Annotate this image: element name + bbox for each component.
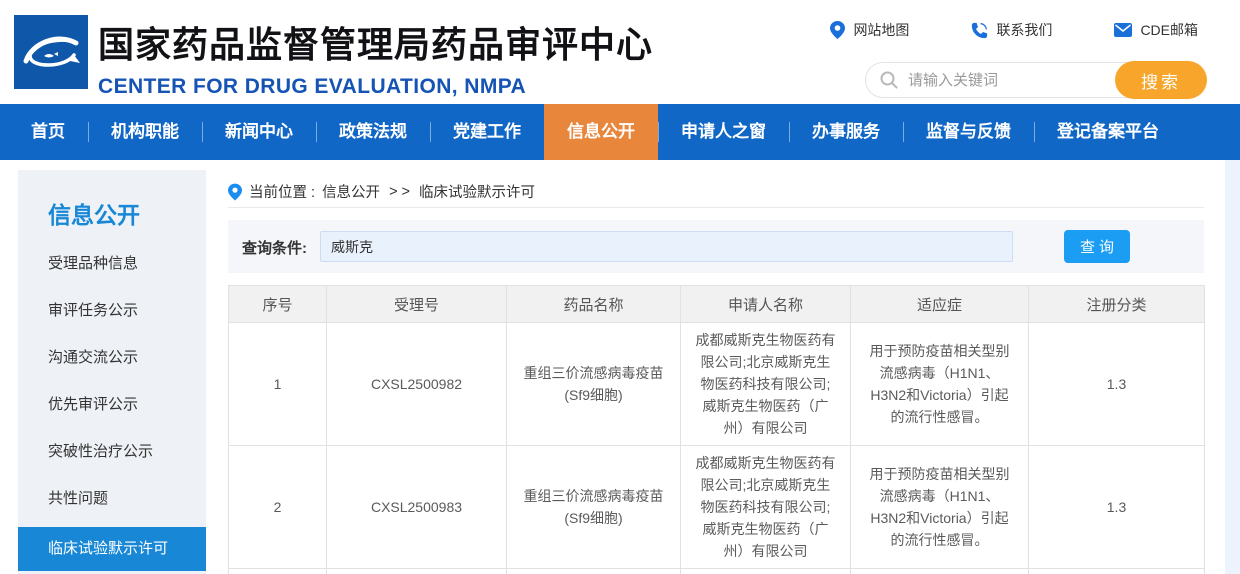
site-search: 搜索 (865, 61, 1207, 99)
table-cell: CXSL2500982 (326, 322, 507, 446)
query-button[interactable]: 查询 (1064, 230, 1130, 263)
site-subtitle: CENTER FOR DRUG EVALUATION, NMPA (98, 75, 527, 98)
table-cell (326, 568, 507, 574)
sidebar-item[interactable]: 沟通交流公示 (18, 334, 206, 381)
content-area: 当前位置 : 信息公开 > > 临床试验默示许可 查询条件: 查询 序号受理号药… (228, 160, 1205, 574)
table-cell: 1.3 (1028, 322, 1205, 446)
nav-item[interactable]: 办事服务 (789, 104, 903, 160)
page-background-strip (1225, 160, 1240, 574)
query-panel: 查询条件: 查询 (228, 220, 1204, 273)
table-header-cell: 受理号 (326, 285, 507, 323)
search-button[interactable]: 搜索 (1115, 61, 1207, 99)
nav-item[interactable]: 信息公开 (544, 104, 658, 160)
nav-item[interactable]: 政策法规 (316, 104, 430, 160)
results-table: 序号 受理号 药品名称 申请人名称 适应症 注册分类 1 CXSL2500982 重组三价流感… (228, 285, 1205, 574)
table-header-cell: 适应症 (850, 285, 1029, 323)
table-header-row: 序号 受理号 药品名称 申请人名称 适应症 注册分类 (228, 285, 1205, 323)
breadcrumb-label: 当前位置 : (249, 185, 316, 201)
table-cell: CXSL2500983 (326, 445, 507, 569)
table-cell (228, 568, 327, 574)
site-titles: 国家药品监督管理局药品审评中心 CENTER FOR DRUG EVALUATI… (98, 16, 653, 99)
table-header-cell: 序号 (228, 285, 327, 323)
table-cell: 用于预防疫苗相关型别流感病毒（H1N1、H3N2和Victoria）引起的流行性… (850, 322, 1029, 446)
contact-label: 联系我们 (996, 22, 1053, 38)
nav-item[interactable]: 首页 (8, 104, 88, 160)
nav-item[interactable]: 新闻中心 (202, 104, 316, 160)
sidebar-item[interactable]: 共性问题 (18, 475, 206, 522)
table-cell: 1 (228, 322, 327, 446)
cde-swoosh-logo-icon (23, 36, 80, 67)
phone-icon (972, 22, 988, 38)
nav-item[interactable]: 申请人之窗 (658, 104, 789, 160)
table-header-cell: 药品名称 (506, 285, 681, 323)
table-cell: 1.3 (1028, 445, 1205, 569)
site-title: 国家药品监督管理局药品审评中心 (98, 24, 654, 65)
page-header: 国家药品监督管理局药品审评中心 CENTER FOR DRUG EVALUATI… (0, 0, 1240, 104)
table-cell: 2 (228, 445, 327, 569)
breadcrumb-item-current[interactable]: 临床试验默示许可 (419, 181, 535, 202)
cde-logo (14, 15, 88, 89)
table-cell (680, 568, 851, 574)
cde-mail-link[interactable]: CDE邮箱 (1114, 20, 1198, 40)
table-cell (506, 568, 681, 574)
sidebar-item[interactable]: 受理品种信息 (18, 240, 206, 287)
sitemap-label: 网站地图 (853, 22, 910, 38)
table-cell: 成都威斯克生物医药有限公司;北京威斯克生物医药科技有限公司;威斯克生物医药（广州… (680, 322, 851, 446)
sidebar: 信息公开 受理品种信息 审评任务公示 沟通交流公示 优先审评公示 突破性治疗公示 共性问题… (18, 170, 206, 571)
table-row: 2 CXSL2500983 重组三价流感病毒疫苗(Sf9细胞) 成都威斯克生物医药有限… (228, 445, 1205, 569)
quick-links: 网站地图 联系我们 CDE邮箱 (830, 20, 1198, 40)
table-cell: 成都威斯克生物医药有限公司;北京威斯克生物医药科技有限公司;威斯克生物医药（广州… (680, 445, 851, 569)
location-pin-icon (830, 21, 846, 39)
search-input[interactable] (898, 71, 1115, 89)
table-body: 1 CXSL2500982 重组三价流感病毒疫苗(Sf9细胞) 成都威斯克生物医药有限… (228, 322, 1205, 574)
sidebar-item[interactable]: 临床试验默示许可 (18, 527, 206, 571)
sitemap-link[interactable]: 网站地图 (830, 20, 909, 40)
nav-item[interactable]: 监督与反馈 (903, 104, 1034, 160)
table-cell: 重组三价流感病毒疫苗(Sf9细胞) (506, 445, 681, 569)
sidebar-item[interactable]: 突破性治疗公示 (18, 428, 206, 475)
table-row: 1 CXSL2500982 重组三价流感病毒疫苗(Sf9细胞) 成都威斯克生物医药有限… (228, 322, 1205, 446)
search-icon (880, 71, 898, 89)
sidebar-menu: 受理品种信息 审评任务公示 沟通交流公示 优先审评公示 突破性治疗公示 共性问题临床试验默… (18, 240, 206, 571)
table-cell: 重组三价流感病毒疫苗(Sf9细胞) (506, 322, 681, 446)
nav-item[interactable]: 党建工作 (430, 104, 544, 160)
envelope-icon (1114, 23, 1133, 37)
nav-item[interactable]: 登记备案平台 (1034, 104, 1182, 160)
main-nav: 首页 机构职能 新闻中心 政策法规 党建工作 信息公开 申请人之窗 办事服务 监督与反馈 登记备案… (0, 104, 1240, 160)
breadcrumb-separator: > > (389, 183, 411, 200)
sidebar-item[interactable]: 审评任务公示 (18, 287, 206, 334)
cde-mail-label: CDE邮箱 (1140, 22, 1198, 38)
query-condition-input[interactable] (320, 231, 1013, 262)
table-header-cell: 申请人名称 (680, 285, 851, 323)
sidebar-title: 信息公开 (48, 202, 140, 228)
nav-item[interactable]: 机构职能 (88, 104, 202, 160)
table-cell (850, 568, 1029, 574)
table-header-cell: 注册分类 (1028, 285, 1205, 323)
breadcrumb: 当前位置 : 信息公开 > > 临床试验默示许可 (228, 176, 1204, 208)
table-row-partial (228, 568, 1205, 574)
breadcrumb-item-info-disclosure[interactable]: 信息公开 (322, 181, 380, 202)
table-cell (1028, 568, 1205, 574)
table-cell: 用于预防疫苗相关型别流感病毒（H1N1、H3N2和Victoria）引起的流行性… (850, 445, 1029, 569)
query-condition-label: 查询条件: (242, 240, 307, 257)
sidebar-item[interactable]: 优先审评公示 (18, 381, 206, 428)
contact-link[interactable]: 联系我们 (971, 20, 1052, 40)
location-pin-icon (228, 183, 242, 200)
